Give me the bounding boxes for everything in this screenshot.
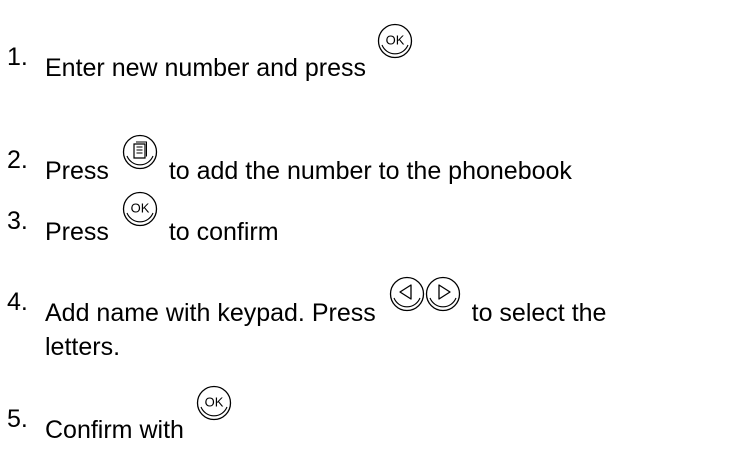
step-text-before: Press <box>45 218 109 246</box>
ok-key-icon: OK <box>377 23 413 59</box>
ok-key-icon: OK <box>196 385 232 421</box>
step-text-before: Confirm with <box>45 416 184 444</box>
ok-key-icon: OK <box>122 191 158 227</box>
step-number: 4. <box>7 288 28 316</box>
step-text-before: Press <box>45 157 109 185</box>
step-text-before: Add name with keypad. Press <box>45 299 376 327</box>
step-text-after: to add the number to the phonebook <box>168 157 572 185</box>
right-arrow-key-icon <box>425 276 461 312</box>
svg-text:OK: OK <box>386 33 405 48</box>
step-text: Press OK to confirm <box>45 191 725 249</box>
step-text: Add name with keypad. Press to select th… <box>45 276 725 364</box>
step-text: Press to add the number to the phonebook <box>45 134 725 188</box>
phonebook-key-icon <box>122 134 158 170</box>
instruction-steps: 1. Enter new number and press OK 2. Pres… <box>0 0 739 454</box>
svg-text:OK: OK <box>204 395 223 410</box>
step-number: 5. <box>7 405 28 433</box>
step-number: 1. <box>7 43 28 71</box>
step-text: Enter new number and press OK <box>45 23 725 85</box>
step-text-line2: letters. <box>45 333 121 361</box>
step-text-after: to select the <box>471 299 607 327</box>
left-arrow-key-icon <box>389 276 425 312</box>
step-text: Confirm with OK <box>45 385 725 447</box>
step-text-before: Enter new number and press <box>45 54 367 82</box>
step-text-after: to confirm <box>168 218 279 246</box>
step-number: 3. <box>7 207 28 235</box>
step-number: 2. <box>7 146 28 174</box>
svg-text:OK: OK <box>130 201 149 216</box>
